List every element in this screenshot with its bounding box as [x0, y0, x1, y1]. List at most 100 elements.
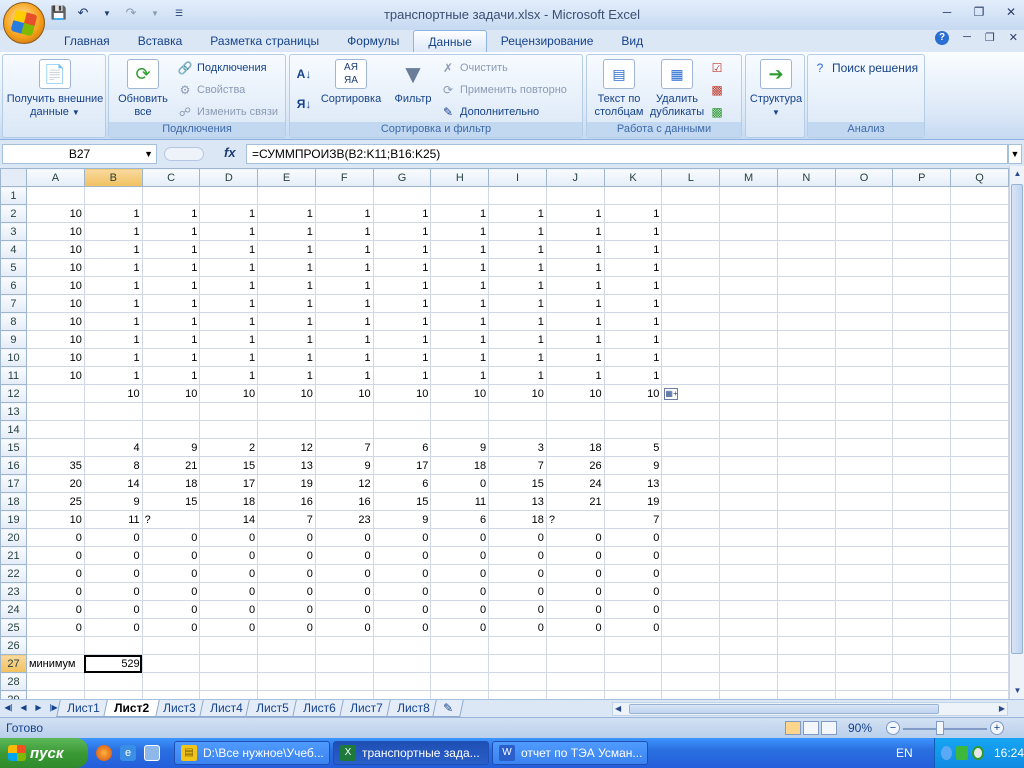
- zoom-slider[interactable]: [903, 728, 987, 730]
- cell[interactable]: 1: [199, 276, 259, 295]
- cell[interactable]: 1: [488, 240, 547, 259]
- cell[interactable]: [661, 438, 721, 457]
- cell[interactable]: [719, 456, 778, 475]
- ie-icon[interactable]: e: [120, 745, 136, 761]
- cell[interactable]: 1: [430, 276, 490, 295]
- cell[interactable]: [776, 618, 836, 637]
- cell[interactable]: 1: [430, 348, 490, 367]
- cell[interactable]: 23: [314, 510, 374, 529]
- cell[interactable]: [661, 492, 721, 511]
- zoom-out-button[interactable]: −: [886, 721, 900, 735]
- cell[interactable]: 0: [83, 564, 143, 583]
- cell[interactable]: 0: [488, 618, 547, 637]
- cell[interactable]: [834, 492, 894, 511]
- cell[interactable]: [83, 402, 143, 421]
- cell[interactable]: [661, 312, 721, 331]
- cell[interactable]: [834, 204, 894, 223]
- cell[interactable]: [950, 366, 1009, 385]
- cell[interactable]: 1: [199, 204, 259, 223]
- cell[interactable]: [834, 618, 894, 637]
- cell[interactable]: 0: [603, 528, 663, 547]
- cell[interactable]: 1: [141, 348, 201, 367]
- cell[interactable]: [545, 690, 605, 699]
- cell[interactable]: [834, 474, 894, 493]
- cell[interactable]: [950, 294, 1009, 313]
- cell[interactable]: 7: [488, 456, 547, 475]
- cell[interactable]: 0: [83, 600, 143, 619]
- cell[interactable]: [834, 456, 894, 475]
- cell[interactable]: [661, 636, 721, 655]
- cell[interactable]: 0: [141, 546, 201, 565]
- cell[interactable]: 0: [488, 528, 547, 547]
- cell[interactable]: [314, 690, 374, 699]
- filter-button[interactable]: ▼ Фильтр: [390, 59, 436, 106]
- cell[interactable]: [719, 564, 778, 583]
- cell[interactable]: [372, 186, 432, 205]
- cell[interactable]: [661, 222, 721, 241]
- cell[interactable]: 1: [372, 330, 432, 349]
- cell[interactable]: [950, 438, 1009, 457]
- cell[interactable]: 2: [199, 438, 259, 457]
- cell[interactable]: 1: [257, 312, 316, 331]
- cell[interactable]: 0: [430, 618, 490, 637]
- cell[interactable]: 1: [314, 258, 374, 277]
- cell[interactable]: 0: [372, 600, 432, 619]
- cell[interactable]: [141, 636, 201, 655]
- cell[interactable]: 1: [314, 222, 374, 241]
- next-sheet-icon[interactable]: ▶: [32, 701, 45, 715]
- edit-links-button[interactable]: ☍ Изменить связи: [177, 103, 278, 121]
- cell[interactable]: [661, 564, 721, 583]
- cell[interactable]: [430, 186, 490, 205]
- cell[interactable]: [892, 240, 952, 259]
- cell[interactable]: [719, 690, 778, 699]
- cell[interactable]: 1: [545, 312, 605, 331]
- cell[interactable]: 1: [430, 240, 490, 259]
- cell[interactable]: 1: [257, 240, 316, 259]
- cell[interactable]: [834, 600, 894, 619]
- cell[interactable]: [950, 456, 1009, 475]
- cell[interactable]: [892, 348, 952, 367]
- normal-view-button[interactable]: [785, 721, 801, 735]
- cell[interactable]: 1: [488, 366, 547, 385]
- cell[interactable]: [83, 636, 143, 655]
- cell[interactable]: 10: [25, 348, 85, 367]
- cell[interactable]: 10: [314, 384, 374, 403]
- cell[interactable]: [719, 240, 778, 259]
- tray-arrow-icon[interactable]: [941, 746, 953, 760]
- cell[interactable]: 11: [430, 492, 490, 511]
- cell[interactable]: [661, 420, 721, 439]
- cell[interactable]: 0: [141, 618, 201, 637]
- cell[interactable]: 1: [199, 294, 259, 313]
- cell[interactable]: [950, 420, 1009, 439]
- cell[interactable]: 1: [430, 258, 490, 277]
- cell[interactable]: [25, 690, 85, 699]
- cell[interactable]: [372, 420, 432, 439]
- row-header[interactable]: 17: [0, 474, 27, 493]
- cell[interactable]: [950, 222, 1009, 241]
- cell[interactable]: [834, 654, 894, 673]
- cell[interactable]: [661, 546, 721, 565]
- cell[interactable]: [430, 636, 490, 655]
- connections-button[interactable]: 🔗 Подключения: [177, 59, 267, 77]
- cell[interactable]: 10: [430, 384, 490, 403]
- cell[interactable]: [430, 672, 490, 691]
- row-header[interactable]: 12: [0, 384, 27, 403]
- name-box-dropdown-icon[interactable]: ▼: [144, 145, 153, 163]
- cell[interactable]: [314, 186, 374, 205]
- cell[interactable]: [25, 438, 85, 457]
- cell[interactable]: [776, 474, 836, 493]
- row-header[interactable]: 23: [0, 582, 27, 601]
- row-header[interactable]: 1: [0, 186, 27, 205]
- cell[interactable]: 10: [25, 330, 85, 349]
- cell[interactable]: 17: [199, 474, 259, 493]
- cell[interactable]: [892, 600, 952, 619]
- tab-4[interactable]: Данные: [413, 30, 487, 52]
- sort-za-button[interactable]: Я↓: [296, 95, 312, 113]
- cell[interactable]: 0: [199, 582, 259, 601]
- tab-3[interactable]: Формулы: [333, 30, 413, 52]
- row-header[interactable]: 9: [0, 330, 27, 349]
- cell[interactable]: 1: [488, 312, 547, 331]
- cell[interactable]: [545, 672, 605, 691]
- cell[interactable]: 0: [141, 564, 201, 583]
- cell[interactable]: 7: [257, 510, 316, 529]
